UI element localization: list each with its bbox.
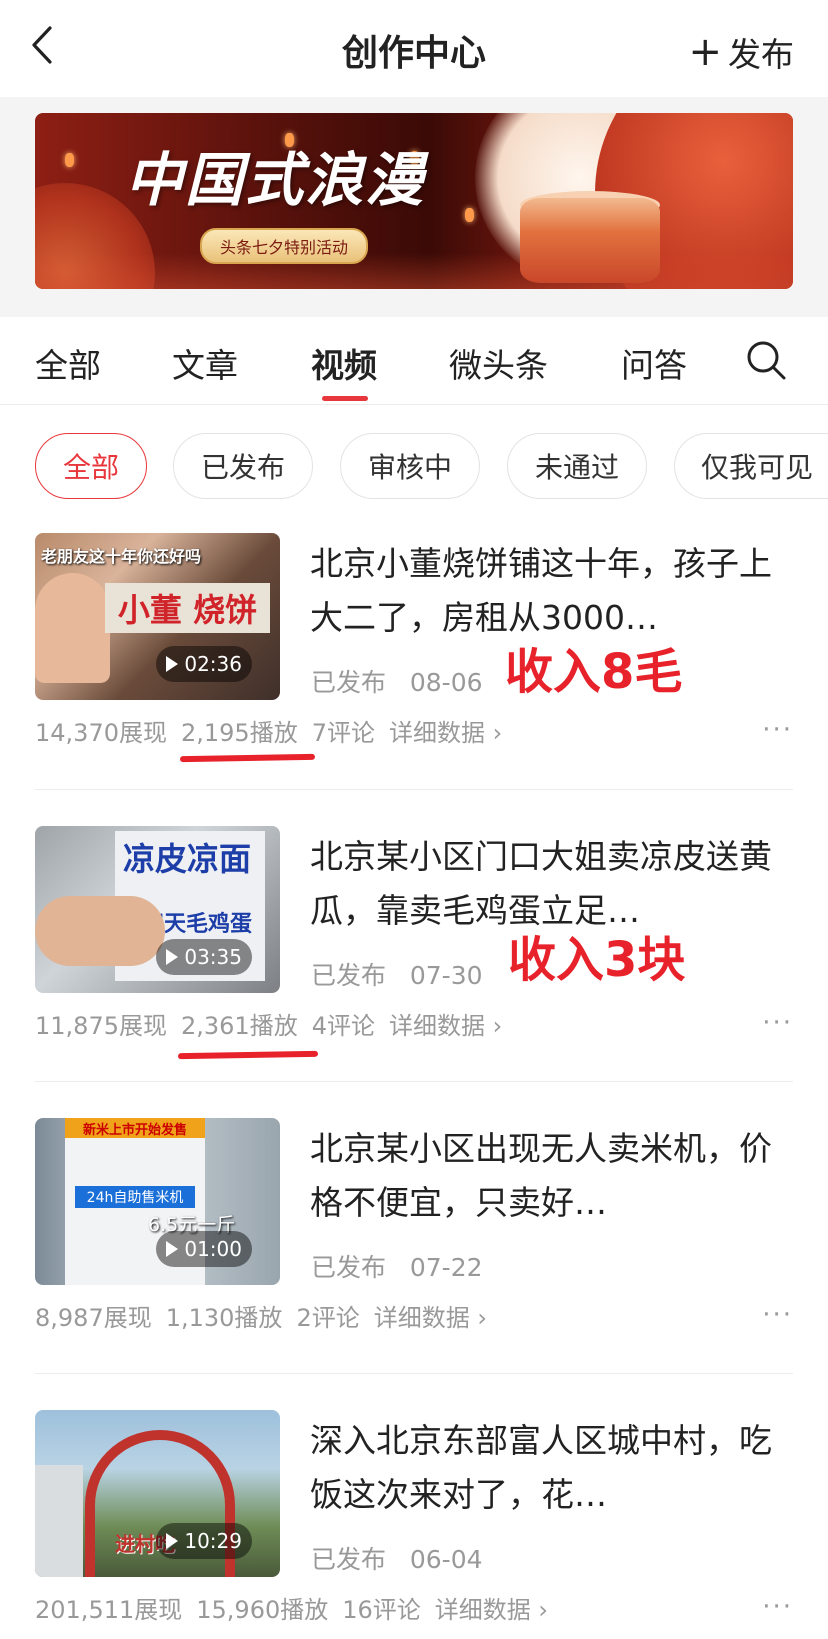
handwritten-annotation: 收入3块 xyxy=(508,932,686,988)
publish-date: 07-30 xyxy=(409,961,483,990)
detail-data-link[interactable]: 详细数据 xyxy=(374,1304,487,1332)
video-title[interactable]: 北京某小区出现无人卖米机，价格不便宜，只卖好… xyxy=(310,1122,780,1230)
video-thumbnail[interactable]: 小董 烧饼 老朋友这十年你还好吗 02:36 xyxy=(35,533,280,700)
content-tabs: 全部 文章 视频 微头条 问答 xyxy=(0,317,828,405)
tab-all[interactable]: 全部 xyxy=(35,339,101,387)
play-icon xyxy=(166,1533,179,1549)
tab-qa[interactable]: 问答 xyxy=(621,339,687,387)
filter-private[interactable]: 仅我可见 xyxy=(674,433,828,499)
plus-icon: + xyxy=(688,29,722,75)
filter-published[interactable]: 已发布 xyxy=(173,433,313,499)
comments-count: 7评论 xyxy=(311,719,375,747)
thumbnail-sign: 小董 烧饼 xyxy=(105,583,270,633)
duration-badge: 01:00 xyxy=(156,1231,252,1267)
search-icon xyxy=(747,341,786,380)
video-status: 已发布 07-30 xyxy=(311,956,483,992)
detail-data-link[interactable]: 详细数据 xyxy=(389,719,502,747)
tab-videos[interactable]: 视频 xyxy=(311,339,377,387)
play-icon xyxy=(166,1241,179,1257)
publish-date: 08-06 xyxy=(409,668,483,697)
handwritten-annotation: 收入8毛 xyxy=(505,644,683,700)
divider xyxy=(35,1373,793,1374)
duration-text: 02:36 xyxy=(184,652,242,676)
detail-data-link[interactable]: 详细数据 xyxy=(389,1012,502,1040)
active-tab-indicator xyxy=(322,396,368,401)
thumbnail-person xyxy=(35,573,110,683)
filter-all[interactable]: 全部 xyxy=(35,433,147,499)
comments-count: 16评论 xyxy=(342,1596,421,1624)
video-thumbnail[interactable]: 凉皮凉面 十四天毛鸡蛋 03:35 xyxy=(35,826,280,993)
thumbnail-sign: 新米上市开始发售 xyxy=(65,1118,205,1138)
thumbnail-sign: 凉皮凉面 xyxy=(123,840,252,878)
plays-count: 15,960播放 xyxy=(196,1596,329,1624)
detail-data-link[interactable]: 详细数据 xyxy=(435,1596,548,1624)
status-filter-bar: 全部 已发布 审核中 未通过 仅我可见 xyxy=(0,405,828,510)
video-status: 已发布 06-04 xyxy=(311,1540,483,1576)
comments-count: 2评论 xyxy=(296,1304,360,1332)
tab-micro-posts[interactable]: 微头条 xyxy=(449,339,548,387)
thumbnail-building xyxy=(35,1465,83,1577)
top-nav-bar: 创作中心 + 发布 xyxy=(0,0,828,97)
banner-subtitle: 头条七夕特别活动 xyxy=(200,228,369,264)
impressions-count: 14,370展现 xyxy=(35,719,167,747)
wave-decoration xyxy=(35,253,793,289)
duration-badge: 02:36 xyxy=(156,646,252,682)
filter-rejected[interactable]: 未通过 xyxy=(507,433,647,499)
publish-button[interactable]: + 发布 xyxy=(688,28,794,76)
promo-banner[interactable]: 中国式浪漫 头条七夕特别活动 xyxy=(35,113,793,289)
more-options-button[interactable]: ··· xyxy=(762,1592,793,1622)
video-stats: 201,511展现 15,960播放 16评论 详细数据 xyxy=(35,1590,562,1625)
impressions-count: 8,987展现 xyxy=(35,1304,152,1332)
status-text: 已发布 xyxy=(311,1253,387,1282)
duration-text: 10:29 xyxy=(184,1529,242,1553)
comments-count: 4评论 xyxy=(311,1012,375,1040)
filter-reviewing[interactable]: 审核中 xyxy=(340,433,480,499)
divider xyxy=(35,1081,793,1082)
thumbnail-hand xyxy=(35,896,165,966)
more-options-button[interactable]: ··· xyxy=(762,715,793,745)
status-text: 已发布 xyxy=(311,961,387,990)
plays-count: 2,361播放 xyxy=(180,1012,298,1040)
thumbnail-caption: 老朋友这十年你还好吗 xyxy=(41,547,202,566)
video-list-item[interactable]: 进村吃 10:29 深入北京东部富人区城中村，吃饭这次来对了，花… 已发布 06… xyxy=(35,1410,793,1639)
more-options-button[interactable]: ··· xyxy=(762,1008,793,1038)
plays-count: 2,195播放 xyxy=(180,719,298,747)
duration-badge: 03:35 xyxy=(156,939,252,975)
publish-date: 07-22 xyxy=(409,1253,483,1282)
video-status: 已发布 08-06 xyxy=(311,663,483,699)
plays-count: 1,130播放 xyxy=(165,1304,283,1332)
video-thumbnail[interactable]: 新米上市开始发售 24h自助售米机 6.5元一斤 01:00 xyxy=(35,1118,280,1285)
lantern-icon xyxy=(465,208,474,222)
impressions-count: 201,511展现 xyxy=(35,1596,183,1624)
video-status: 已发布 07-22 xyxy=(311,1248,483,1284)
thumbnail-sign: 24h自助售米机 xyxy=(75,1186,195,1208)
status-text: 已发布 xyxy=(311,1545,387,1574)
duration-badge: 10:29 xyxy=(156,1523,252,1559)
lantern-icon xyxy=(65,153,74,167)
more-options-button[interactable]: ··· xyxy=(762,1300,793,1330)
drum-decoration xyxy=(520,198,660,283)
play-icon xyxy=(166,656,179,672)
duration-text: 03:35 xyxy=(184,945,242,969)
video-title[interactable]: 北京小董烧饼铺这十年，孩子上大二了，房租从3000… xyxy=(310,537,780,645)
search-button[interactable] xyxy=(745,339,787,381)
publish-label: 发布 xyxy=(728,35,794,74)
video-list-item[interactable]: 新米上市开始发售 24h自助售米机 6.5元一斤 01:00 北京某小区出现无人… xyxy=(35,1118,793,1410)
video-stats: 11,875展现 2,361播放 4评论 详细数据 xyxy=(35,1006,516,1041)
video-thumbnail[interactable]: 进村吃 10:29 xyxy=(35,1410,280,1577)
video-title[interactable]: 深入北京东部富人区城中村，吃饭这次来对了，花… xyxy=(310,1414,780,1522)
play-icon xyxy=(166,949,179,965)
video-stats: 14,370展现 2,195播放 7评论 详细数据 xyxy=(35,713,516,748)
duration-text: 01:00 xyxy=(184,1237,242,1261)
status-text: 已发布 xyxy=(311,668,387,697)
impressions-count: 11,875展现 xyxy=(35,1012,167,1040)
tab-articles[interactable]: 文章 xyxy=(172,339,238,387)
banner-title: 中国式浪漫 xyxy=(125,146,426,214)
publish-date: 06-04 xyxy=(409,1545,483,1574)
video-stats: 8,987展现 1,130播放 2评论 详细数据 xyxy=(35,1298,501,1333)
divider xyxy=(35,789,793,790)
